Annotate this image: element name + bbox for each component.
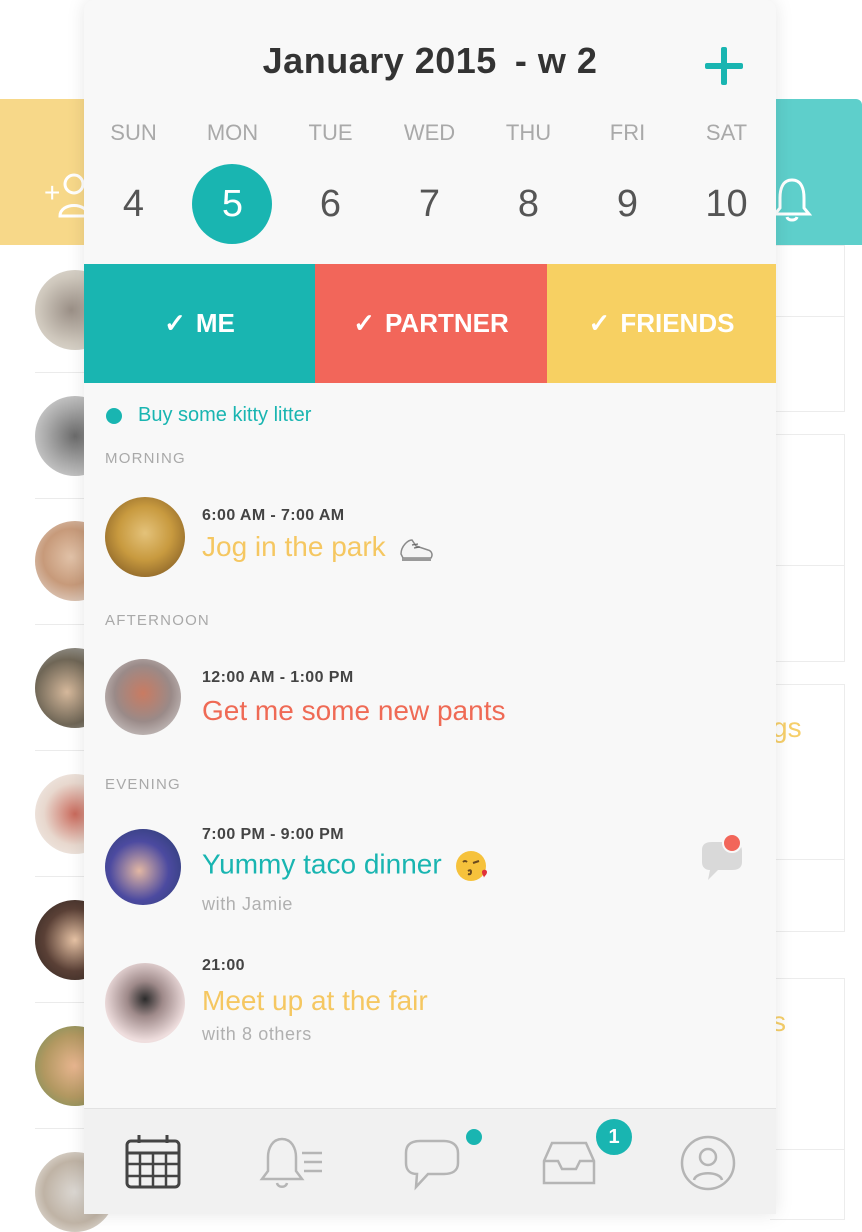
tab-inbox[interactable]: 1: [538, 1117, 634, 1195]
comment-icon[interactable]: [696, 832, 746, 888]
calendar-card: January 2015 - w 2 SUN MON TUE WED THU FR…: [84, 0, 776, 1214]
avatar: [105, 963, 185, 1043]
filter-label: PARTNER: [385, 308, 509, 338]
event-title: Yummy taco dinner: [202, 848, 490, 884]
day-cell[interactable]: 7: [380, 163, 479, 245]
section-label-evening: EVENING: [105, 776, 181, 793]
weekday-label: FRI: [609, 120, 646, 145]
chat-unread-dot: [466, 1129, 482, 1145]
event-time: 6:00 AM - 7:00 AM: [202, 507, 345, 524]
background-card-word: gs: [772, 712, 802, 743]
tab-profile[interactable]: [676, 1131, 740, 1195]
tab-notifications[interactable]: [258, 1131, 322, 1195]
week-day-strip: 4 5 6 7 8 9 10: [84, 163, 776, 247]
background-card: [770, 245, 845, 412]
weekday-label: THU: [505, 120, 552, 145]
event-item[interactable]: 7:00 PM - 9:00 PM Yummy taco dinner with…: [105, 826, 765, 922]
day-cell[interactable]: 9: [578, 163, 677, 245]
tab-calendar[interactable]: [122, 1131, 186, 1195]
avatar: [105, 497, 185, 577]
event-time: 12:00 AM - 1:00 PM: [202, 669, 354, 686]
bottom-tab-bar: 1: [84, 1108, 776, 1214]
running-shoe-icon: [399, 538, 433, 561]
weekday-header: SUN MON TUE WED THU FRI SAT: [84, 120, 776, 150]
check-icon: ✓: [164, 308, 186, 338]
todo-item[interactable]: Buy some kitty litter: [106, 404, 311, 427]
day-cell[interactable]: 8: [479, 163, 578, 245]
chat-icon: [404, 1139, 460, 1191]
day-cell[interactable]: 10: [677, 163, 776, 245]
calendar-icon: [125, 1135, 181, 1189]
filter-me-button[interactable]: ✓ ME: [84, 264, 315, 383]
day-cell-selected[interactable]: 5: [183, 163, 282, 245]
filter-partner-button[interactable]: ✓ PARTNER: [315, 264, 547, 383]
event-item[interactable]: 6:00 AM - 7:00 AM Jog in the park: [105, 497, 765, 579]
event-title: Meet up at the fair: [202, 985, 428, 1017]
weekday-label: SAT: [705, 120, 748, 145]
check-icon: ✓: [588, 308, 611, 338]
section-label-morning: MORNING: [105, 450, 186, 467]
background-right-header: [770, 99, 862, 245]
notifications-list-icon: [259, 1137, 322, 1188]
event-item[interactable]: 21:00 Meet up at the fair with 8 others: [105, 957, 765, 1047]
todo-dot-icon: [106, 407, 122, 424]
event-time: 21:00: [202, 957, 245, 974]
event-time: 7:00 PM - 9:00 PM: [202, 826, 344, 843]
inbox-count-badge: 1: [594, 1117, 634, 1157]
day-cell[interactable]: 6: [281, 163, 380, 245]
day-number: 5: [221, 183, 244, 225]
event-title-text: Yummy taco dinner: [202, 848, 442, 880]
page-title[interactable]: January 2015 - w 2: [84, 40, 776, 82]
filter-label: ME: [195, 308, 235, 338]
tab-chat[interactable]: [400, 1129, 482, 1195]
month-label: January 2015: [262, 40, 497, 81]
event-participants: with 8 others: [202, 1024, 312, 1044]
inbox-icon: [542, 1141, 596, 1185]
filter-friends-button[interactable]: ✓ FRIENDS: [547, 264, 776, 383]
avatar: [105, 659, 181, 735]
add-event-button[interactable]: [702, 44, 746, 88]
event-title: Get me some new pants: [202, 695, 505, 727]
event-title-text: Get me some new pants: [202, 695, 506, 726]
weekday-label: TUE: [308, 120, 353, 145]
event-title-text: Meet up at the fair: [202, 985, 428, 1016]
section-label-afternoon: AFTERNOON: [105, 612, 210, 629]
weekday-label: SUN: [110, 120, 157, 145]
check-icon: ✓: [353, 308, 376, 338]
profile-icon: [680, 1135, 736, 1191]
event-title-text: Jog in the park: [202, 531, 386, 562]
face-blowing-kiss-icon: [455, 851, 487, 881]
weekday-label: MON: [206, 120, 259, 145]
event-title: Jog in the park: [202, 531, 434, 563]
todo-text: Buy some kitty litter: [138, 404, 312, 426]
bell-icon: [772, 178, 812, 222]
filter-label: FRIENDS: [620, 308, 735, 338]
day-cell[interactable]: 4: [84, 163, 183, 245]
week-label: - w 2: [514, 40, 598, 81]
svg-text:+: +: [44, 177, 60, 208]
avatar: [105, 829, 181, 905]
weekday-label: WED: [403, 120, 456, 145]
event-item[interactable]: 12:00 AM - 1:00 PM Get me some new pants: [105, 659, 765, 739]
background-card: [770, 434, 845, 662]
event-participants: with Jamie: [202, 894, 294, 914]
filter-bar: ✓ ME ✓ PARTNER ✓ FRIENDS: [84, 264, 776, 383]
